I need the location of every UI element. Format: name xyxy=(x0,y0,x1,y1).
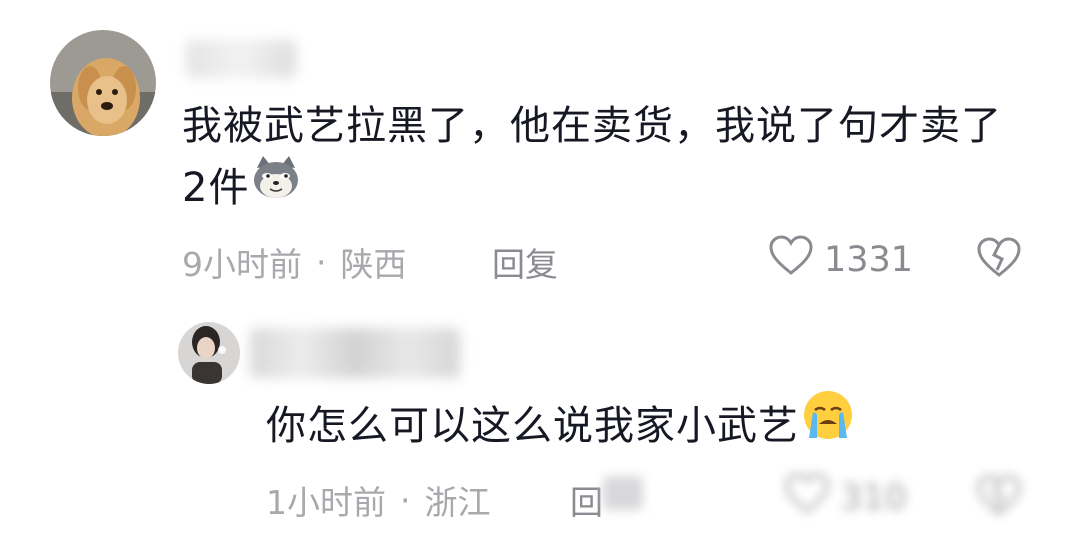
heart-outline-icon xyxy=(768,234,824,285)
reply-label-blurred xyxy=(603,476,643,510)
username-blurred[interactable] xyxy=(186,40,296,78)
timestamp: 1小时前 xyxy=(266,483,386,522)
location: 陕西 xyxy=(340,245,407,284)
heart-outline-icon xyxy=(784,472,840,523)
comment-meta: 9小时前 · 陕西 xyxy=(182,238,407,286)
timestamp: 9小时前 xyxy=(182,245,302,284)
broken-heart-icon xyxy=(976,475,1022,520)
crying-face-emoji-icon xyxy=(801,388,855,460)
doge-emoji-icon xyxy=(251,154,301,218)
avatar[interactable] xyxy=(50,30,156,136)
comment-text-content: 我被武艺拉黑了，他在卖货，我说了句才卖了2件 xyxy=(182,103,1002,211)
reply-button[interactable]: 回复 xyxy=(570,476,643,524)
dislike-button[interactable] xyxy=(976,236,1022,282)
separator: · xyxy=(400,480,411,520)
separator: · xyxy=(316,242,327,282)
like-button[interactable]: 310 xyxy=(784,472,907,523)
username-blurred[interactable] xyxy=(250,328,460,378)
dislike-button[interactable] xyxy=(976,474,1022,520)
broken-heart-icon xyxy=(976,237,1022,282)
location: 浙江 xyxy=(424,483,491,522)
like-count: 310 xyxy=(840,477,907,518)
avatar[interactable] xyxy=(178,322,240,384)
comment-text: 你怎么可以这么说我家小武艺 xyxy=(266,391,1046,464)
comment-text-content: 你怎么可以这么说我家小武艺 xyxy=(266,403,799,449)
reply-label: 回复 xyxy=(570,483,603,522)
comment-text: 我被武艺拉黑了，他在卖货，我说了句才卖了2件 xyxy=(182,95,1012,222)
like-count: 1331 xyxy=(824,239,914,280)
reply-button[interactable]: 回复 xyxy=(492,238,558,286)
comment-meta: 1小时前 · 浙江 xyxy=(266,476,491,524)
like-button[interactable]: 1331 xyxy=(768,234,913,285)
